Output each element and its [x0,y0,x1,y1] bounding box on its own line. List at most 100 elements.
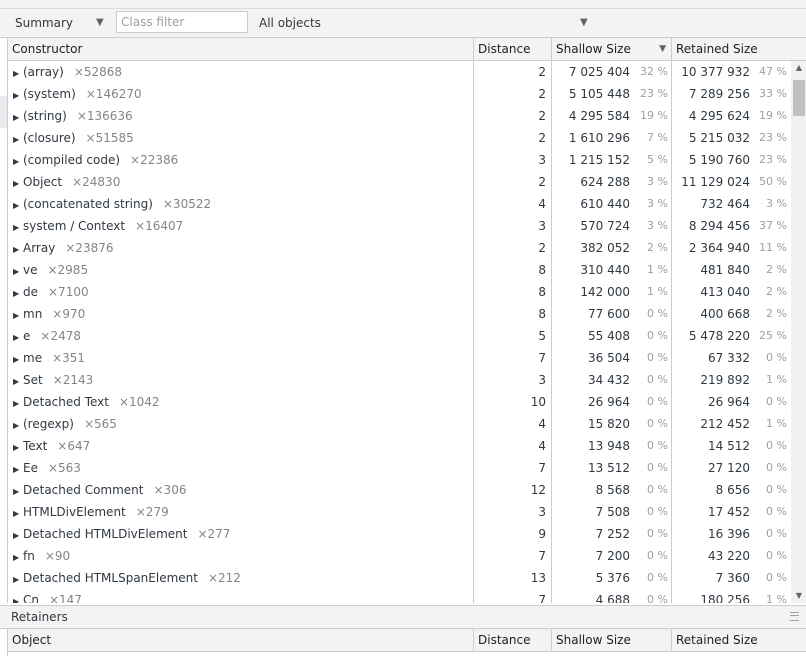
retained-size-value: 26 964 [708,395,750,409]
table-row[interactable]: ▶ HTMLDivElement ×279 3 7 508 0 % 17 452 0 % [8,501,791,523]
triangle-right-icon[interactable]: ▶ [13,371,23,391]
scroll-down-icon[interactable]: ▼ [791,589,806,603]
distance-value: 2 [538,241,546,255]
class-filter-input[interactable] [116,11,248,33]
table-row[interactable]: ▶ (concatenated string) ×30522 4 610 440 3 % 7… [8,193,791,215]
shallow-size-value: 7 025 404 [568,65,630,79]
constructor-cell: ▶ (system) ×146270 [13,83,469,105]
shallow-size-percent: 1 % [647,285,668,298]
triangle-right-icon[interactable]: ▶ [13,349,23,369]
retainers-panel-header[interactable]: Retainers [0,605,806,629]
triangle-right-icon[interactable]: ▶ [13,107,23,127]
column-header-shallow-size[interactable]: Shallow Size ▼ [552,38,672,60]
triangle-right-icon[interactable]: ▶ [13,239,23,259]
view-select[interactable]: Summary ▼ [9,12,109,34]
table-row[interactable]: ▶ Text ×647 4 13 948 0 % 14 512 0 % [8,435,791,457]
table-row[interactable]: ▶ Cn ×147 7 4 688 0 % 180 256 1 % [8,589,791,603]
constructor-cell: ▶ system / Context ×16407 [13,215,469,237]
triangle-right-icon[interactable]: ▶ [13,569,23,589]
triangle-right-icon[interactable]: ▶ [13,283,23,303]
retained-size-value: 16 396 [708,527,750,541]
triangle-right-icon[interactable]: ▶ [13,63,23,83]
column-divider[interactable] [551,38,552,603]
triangle-right-icon[interactable]: ▶ [13,547,23,567]
column-divider[interactable] [671,38,672,603]
triangle-right-icon[interactable]: ▶ [13,85,23,105]
table-row[interactable]: ▶ Detached Text ×1042 10 26 964 0 % 26 964 0 % [8,391,791,413]
table-row[interactable]: ▶ Detached HTMLSpanElement ×212 13 5 376 0 % 7… [8,567,791,589]
table-row[interactable]: ▶ Detached HTMLDivElement ×277 9 7 252 0 % 16 … [8,523,791,545]
table-row[interactable]: ▶ ve ×2985 8 310 440 1 % 481 840 2 % [8,259,791,281]
triangle-right-icon[interactable]: ▶ [13,437,23,457]
scroll-up-icon[interactable]: ▲ [791,61,806,75]
scrollbar-thumb[interactable] [793,80,805,116]
table-row[interactable]: ▶ (regexp) ×565 4 15 820 0 % 212 452 1 % [8,413,791,435]
column-divider[interactable] [473,38,474,603]
column-divider[interactable] [671,629,672,651]
constructor-cell: ▶ Ee ×563 [13,457,469,479]
shallow-size-value: 5 376 [595,571,630,585]
triangle-right-icon[interactable]: ▶ [13,261,23,281]
shallow-size-percent: 0 % [647,593,668,603]
table-row[interactable]: ▶ (array) ×52868 2 7 025 404 32 % 10 377 932 47… [8,61,791,83]
column-header-constructor[interactable]: Constructor [8,38,474,60]
instance-count: ×23876 [65,241,114,255]
table-row[interactable]: ▶ mn ×970 8 77 600 0 % 400 668 2 % [8,303,791,325]
triangle-right-icon[interactable]: ▶ [13,173,23,193]
column-header-distance[interactable]: Distance [474,38,552,60]
shallow-size-percent: 0 % [647,461,668,474]
table-row[interactable]: ▶ Array ×23876 2 382 052 2 % 2 364 940 11 % [8,237,791,259]
constructor-cell: ▶ Detached HTMLDivElement ×277 [13,523,469,545]
table-row[interactable]: ▶ (string) ×136636 2 4 295 584 19 % 4 295 624 1… [8,105,791,127]
column-divider[interactable] [473,629,474,651]
triangle-right-icon[interactable]: ▶ [13,525,23,545]
triangle-right-icon[interactable]: ▶ [13,217,23,237]
table-row[interactable]: ▶ system / Context ×16407 3 570 724 3 % 8 294 … [8,215,791,237]
retained-size-percent: 0 % [766,483,787,496]
table-row[interactable]: ▶ (system) ×146270 2 5 105 448 23 % 7 289 256 3… [8,83,791,105]
triangle-right-icon[interactable]: ▶ [13,393,23,413]
triangle-right-icon[interactable]: ▶ [13,129,23,149]
shallow-size-value: 13 948 [588,439,630,453]
table-row[interactable]: ▶ (compiled code) ×22386 3 1 215 152 5 % 5 190… [8,149,791,171]
constructor-cell: ▶ e ×2478 [13,325,469,347]
table-row[interactable]: ▶ Object ×24830 2 624 288 3 % 11 129 024 50 % [8,171,791,193]
table-row[interactable]: ▶ me ×351 7 36 504 0 % 67 332 0 % [8,347,791,369]
column-divider[interactable] [551,629,552,651]
object-select[interactable]: All objects ▼ [253,12,593,34]
column-header-object[interactable]: Object [8,629,474,651]
distance-value: 7 [538,593,546,603]
shallow-size-value: 7 200 [595,549,630,563]
table-row[interactable]: ▶ (closure) ×51585 2 1 610 296 7 % 5 215 032 23… [8,127,791,149]
table-row[interactable]: ▶ e ×2478 5 55 408 0 % 5 478 220 25 % [8,325,791,347]
column-header-retained-size[interactable]: Retained Size [672,38,792,60]
column-header-shallow-size[interactable]: Shallow Size [552,629,672,651]
triangle-right-icon[interactable]: ▶ [13,151,23,171]
triangle-right-icon[interactable]: ▶ [13,591,23,603]
instance-count: ×24830 [72,175,121,189]
triangle-right-icon[interactable]: ▶ [13,327,23,347]
table-row[interactable]: ▶ Detached Comment ×306 12 8 568 0 % 8 656 0 % [8,479,791,501]
instance-count: ×1042 [118,395,160,409]
triangle-right-icon[interactable]: ▶ [13,503,23,523]
vertical-scrollbar[interactable]: ▲ ▼ [791,61,806,603]
triangle-right-icon[interactable]: ▶ [13,195,23,215]
column-header-retained-size[interactable]: Retained Size [672,629,792,651]
constructor-name: (concatenated string) [23,197,153,211]
table-row[interactable]: ▶ de ×7100 8 142 000 1 % 413 040 2 % [8,281,791,303]
constructor-name: HTMLDivElement [23,505,126,519]
table-row[interactable]: ▶ fn ×90 7 7 200 0 % 43 220 0 % [8,545,791,567]
constructor-name: system / Context [23,219,126,233]
triangle-right-icon[interactable]: ▶ [13,459,23,479]
shallow-size-value: 7 508 [595,505,630,519]
table-row[interactable]: ▶ Ee ×563 7 13 512 0 % 27 120 0 % [8,457,791,479]
triangle-right-icon[interactable]: ▶ [13,481,23,501]
retained-size-value: 5 215 032 [688,131,750,145]
resize-grip-icon[interactable] [790,612,799,621]
column-header-distance[interactable]: Distance [474,629,552,651]
triangle-right-icon[interactable]: ▶ [13,305,23,325]
grid-rows: ▶ (array) ×52868 2 7 025 404 32 % 10 377 932 47… [8,61,791,603]
distance-value: 2 [538,65,546,79]
table-row[interactable]: ▶ Set ×2143 3 34 432 0 % 219 892 1 % [8,369,791,391]
triangle-right-icon[interactable]: ▶ [13,415,23,435]
